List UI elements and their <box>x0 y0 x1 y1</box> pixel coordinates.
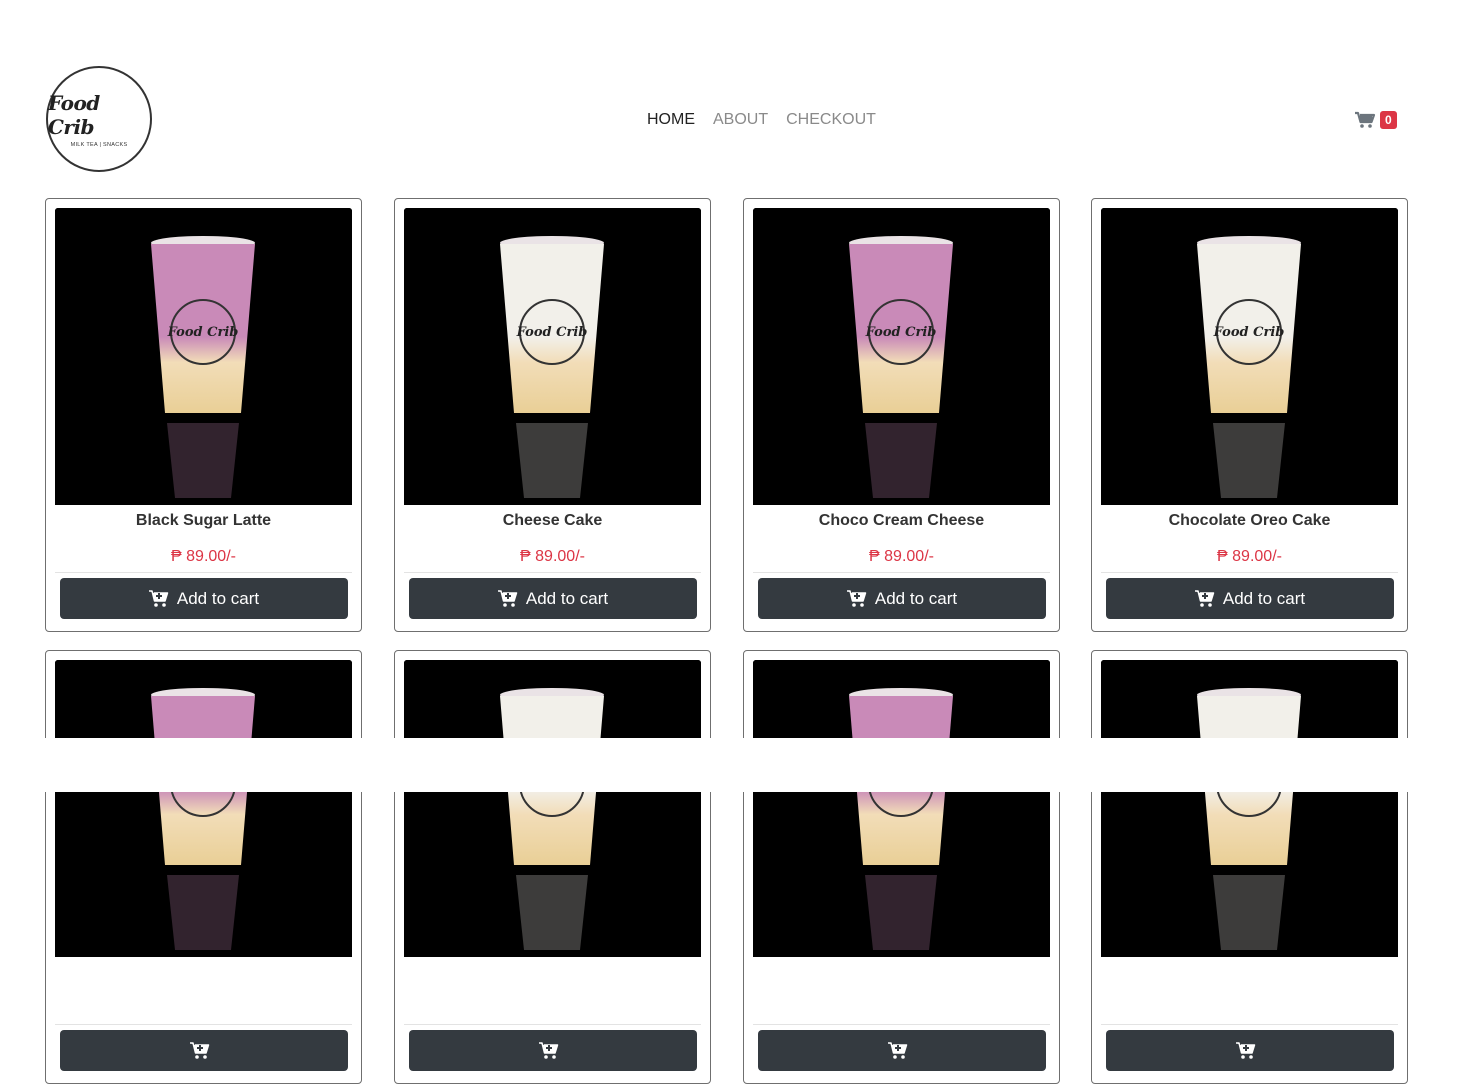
add-cart-icon <box>497 589 518 607</box>
divider <box>1101 1024 1398 1025</box>
milk-tea-cup-image: Food Crib <box>404 660 701 957</box>
product-card: Food Crib <box>45 650 362 1084</box>
add-to-cart-button[interactable] <box>1106 1030 1394 1071</box>
product-price: ₱ 89.00/- <box>1217 548 1282 565</box>
svg-text:Food Crib: Food Crib <box>1213 325 1285 340</box>
product-card: Food Crib Black Sugar Latte ₱ 89.00/- Ad… <box>45 198 362 632</box>
product-image[interactable]: Food Crib <box>1101 208 1398 505</box>
product-image[interactable]: Food Crib <box>55 660 352 957</box>
divider <box>404 1024 701 1025</box>
divider <box>55 1024 352 1025</box>
add-cart-icon <box>190 1041 210 1059</box>
product-card: Food Crib Choco Cream Cheese ₱ 89.00/- A… <box>743 198 1060 632</box>
milk-tea-cup-image: Food Crib <box>1101 660 1398 957</box>
add-to-cart-label: Add to cart <box>525 588 609 608</box>
svg-text:Food Crib: Food Crib <box>516 325 588 340</box>
product-price: ₱ 89.00/- <box>171 548 236 565</box>
cart-count-badge: 0 <box>1380 111 1397 129</box>
add-to-cart-label: Add to cart <box>1222 588 1306 608</box>
product-name: Black Sugar Latte <box>135 512 272 529</box>
logo-title: Food Crib <box>48 90 100 139</box>
divider <box>404 572 701 573</box>
viewport-fade <box>0 738 1457 792</box>
milk-tea-cup-image: Food Crib <box>55 208 352 505</box>
product-card: Food Crib <box>394 650 711 1084</box>
product-image[interactable]: Food Crib <box>55 208 352 505</box>
product-card: Food Crib Chocolate Oreo Cake ₱ 89.00/- … <box>1091 198 1408 632</box>
add-to-cart-button[interactable] <box>409 1030 697 1071</box>
nav-checkout[interactable]: CHECKOUT <box>786 111 876 129</box>
product-card: Food Crib Cheese Cake ₱ 89.00/- Add to c… <box>394 198 711 632</box>
cart-button[interactable]: 0 <box>1354 111 1397 129</box>
divider <box>753 572 1050 573</box>
add-to-cart-button[interactable] <box>758 1030 1046 1071</box>
milk-tea-cup-image: Food Crib <box>753 660 1050 957</box>
product-price: ₱ 89.00/- <box>869 548 934 565</box>
product-image[interactable]: Food Crib <box>753 660 1050 957</box>
add-to-cart-label: Add to cart <box>874 588 958 608</box>
product-card: Food Crib <box>743 650 1060 1084</box>
milk-tea-cup-image: Food Crib <box>753 208 1050 505</box>
add-cart-icon <box>846 589 867 607</box>
main-nav: HOME ABOUT CHECKOUT <box>647 111 876 129</box>
product-image[interactable]: Food Crib <box>1101 660 1398 957</box>
product-name: Chocolate Oreo Cake <box>1168 512 1331 529</box>
nav-home[interactable]: HOME <box>647 111 695 129</box>
add-cart-icon <box>888 1041 908 1059</box>
food-crib-logo[interactable]: Food Crib MILK TEA | SNACKS <box>46 66 152 172</box>
add-to-cart-button[interactable]: Add to cart <box>60 578 348 619</box>
logo-subtitle: MILK TEA | SNACKS <box>70 141 128 148</box>
milk-tea-cup-image: Food Crib <box>1101 208 1398 505</box>
product-image[interactable]: Food Crib <box>753 208 1050 505</box>
milk-tea-cup-image: Food Crib <box>55 660 352 957</box>
divider <box>753 1024 1050 1025</box>
add-cart-icon <box>539 1041 559 1059</box>
product-image[interactable]: Food Crib <box>404 208 701 505</box>
add-cart-icon <box>1194 589 1215 607</box>
add-to-cart-button[interactable]: Add to cart <box>1106 578 1394 619</box>
product-price: ₱ 89.00/- <box>520 548 585 565</box>
milk-tea-cup-image: Food Crib <box>404 208 701 505</box>
add-to-cart-button[interactable]: Add to cart <box>758 578 1046 619</box>
product-image[interactable]: Food Crib <box>404 660 701 957</box>
site-header: Food Crib MILK TEA | SNACKS HOME ABOUT C… <box>0 0 1457 190</box>
add-to-cart-button[interactable]: Add to cart <box>409 578 697 619</box>
add-cart-icon <box>148 589 169 607</box>
divider <box>1101 572 1398 573</box>
add-to-cart-label: Add to cart <box>176 588 260 608</box>
product-card: Food Crib <box>1091 650 1408 1084</box>
nav-about[interactable]: ABOUT <box>713 111 768 129</box>
add-to-cart-button[interactable] <box>60 1030 348 1071</box>
cart-icon <box>1355 111 1376 128</box>
svg-text:Food Crib: Food Crib <box>865 325 937 340</box>
divider <box>55 572 352 573</box>
product-name: Cheese Cake <box>502 512 603 529</box>
product-name: Choco Cream Cheese <box>818 512 985 529</box>
svg-text:Food Crib: Food Crib <box>167 325 239 340</box>
add-cart-icon <box>1236 1041 1256 1059</box>
